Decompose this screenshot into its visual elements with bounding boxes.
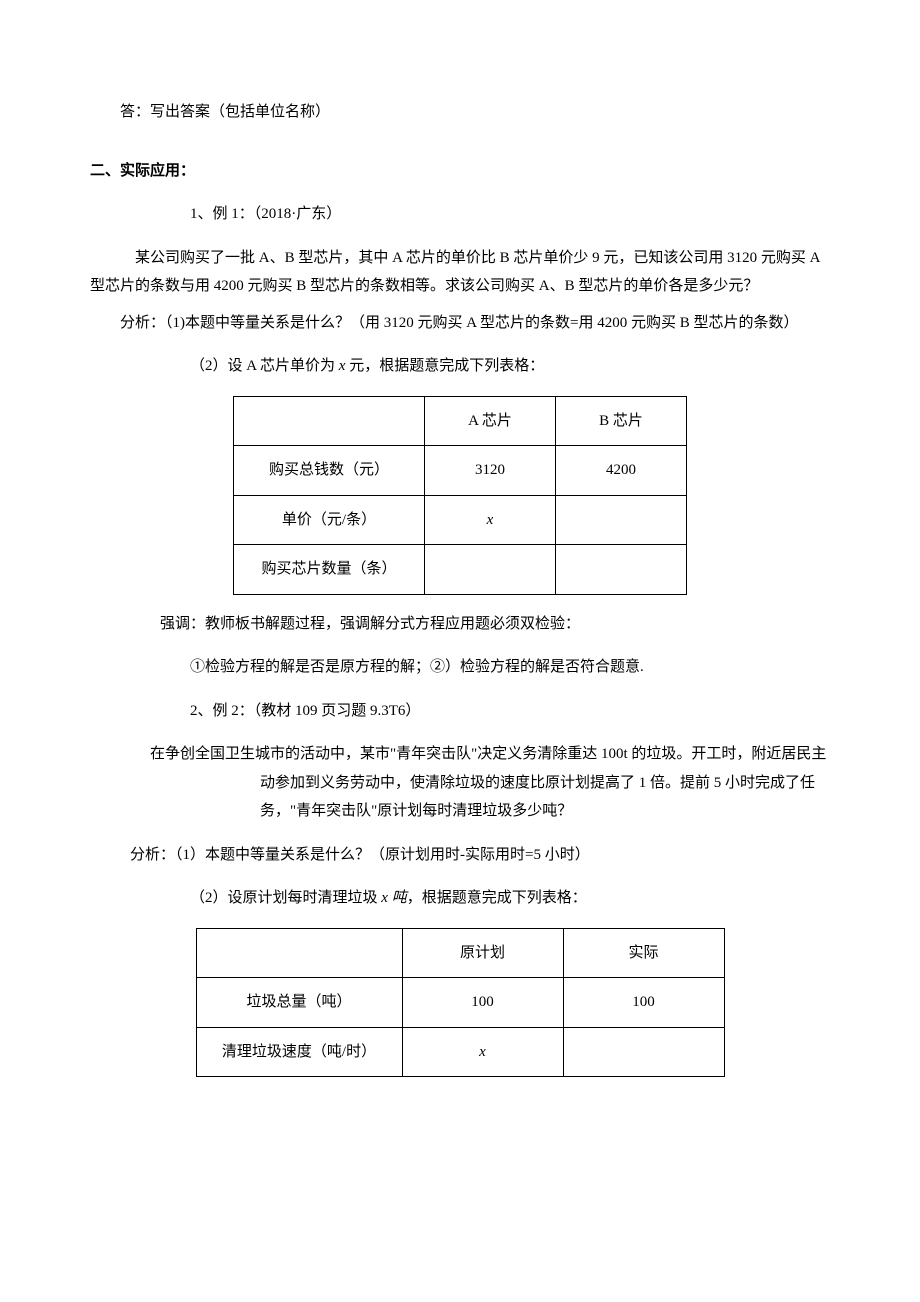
variable-x: x [487,512,494,528]
row-label: 购买芯片数量（条） [234,545,425,595]
cell: 100 [563,978,724,1028]
section-2-title: 二、实际应用： [90,157,830,186]
example-2-analysis-2: （2）设原计划每时清理垃圾 x 吨，根据题意完成下列表格： [190,884,830,913]
cell [556,495,687,545]
cell: 100 [402,978,563,1028]
example-1-label: 1、例 1：（2018·广东） [190,200,830,229]
table-header-a: 原计划 [402,928,563,978]
stress-line: 强调：教师板书解题过程，强调解分式方程应用题必须双检验： [160,610,830,639]
variable-x: x [381,890,388,906]
analysis-2-post: ，根据题意完成下列表格： [407,890,587,906]
cell: x [425,495,556,545]
table-row: 单价（元/条） x [234,495,687,545]
example-1-body: 某公司购买了一批 A、B 型芯片，其中 A 芯片的单价比 B 芯片单价少 9 元… [90,244,830,301]
table-1: A 芯片 B 芯片 购买总钱数（元） 3120 4200 单价（元/条） x 购… [233,396,687,595]
table-row: 购买总钱数（元） 3120 4200 [234,446,687,496]
analysis-2-post: 元，根据题意完成下列表格： [345,358,544,374]
variable-x: x [479,1044,486,1060]
cell: 3120 [425,446,556,496]
analysis-2-pre: （2）设 A 芯片单价为 [190,358,339,374]
cell [563,1027,724,1077]
table-cell-blank [196,928,402,978]
table-2: 原计划 实际 垃圾总量（吨） 100 100 清理垃圾速度（吨/时） x [196,928,725,1078]
table-2-wrap: 原计划 实际 垃圾总量（吨） 100 100 清理垃圾速度（吨/时） x [90,928,830,1078]
example-2-body: 在争创全国卫生城市的活动中，某市"青年突击队"决定义务清除重达 100t 的垃圾… [260,740,830,826]
row-label: 垃圾总量（吨） [196,978,402,1028]
table-row: 垃圾总量（吨） 100 100 [196,978,724,1028]
answer-line: 答：写出答案（包括单位名称） [90,98,830,127]
example-2-analysis-1: 分析：（1）本题中等量关系是什么？（原计划用时-实际用时=5 小时） [130,841,830,870]
table-row: A 芯片 B 芯片 [234,396,687,446]
example-2-label: 2、例 2：（教材 109 页习题 9.3T6） [190,697,830,726]
unit-ton: 吨 [388,890,407,906]
cell [556,545,687,595]
table-header-b: B 芯片 [556,396,687,446]
row-label: 单价（元/条） [234,495,425,545]
cell: x [402,1027,563,1077]
table-cell-blank [234,396,425,446]
table-row: 原计划 实际 [196,928,724,978]
example-1-analysis-2: （2）设 A 芯片单价为 x 元，根据题意完成下列表格： [190,352,830,381]
row-label: 清理垃圾速度（吨/时） [196,1027,402,1077]
cell: 4200 [556,446,687,496]
table-row: 购买芯片数量（条） [234,545,687,595]
table-header-b: 实际 [563,928,724,978]
table-header-a: A 芯片 [425,396,556,446]
table-1-wrap: A 芯片 B 芯片 购买总钱数（元） 3120 4200 单价（元/条） x 购… [90,396,830,595]
cell [425,545,556,595]
row-label: 购买总钱数（元） [234,446,425,496]
table-row: 清理垃圾速度（吨/时） x [196,1027,724,1077]
stress-sub: ①检验方程的解是否是原方程的解；②）检验方程的解是否符合题意. [190,653,830,682]
example-1-analysis-1: 分析：（1)本题中等量关系是什么？（用 3120 元购买 A 型芯片的条数=用 … [90,309,830,338]
analysis-2-pre: （2）设原计划每时清理垃圾 [190,890,381,906]
